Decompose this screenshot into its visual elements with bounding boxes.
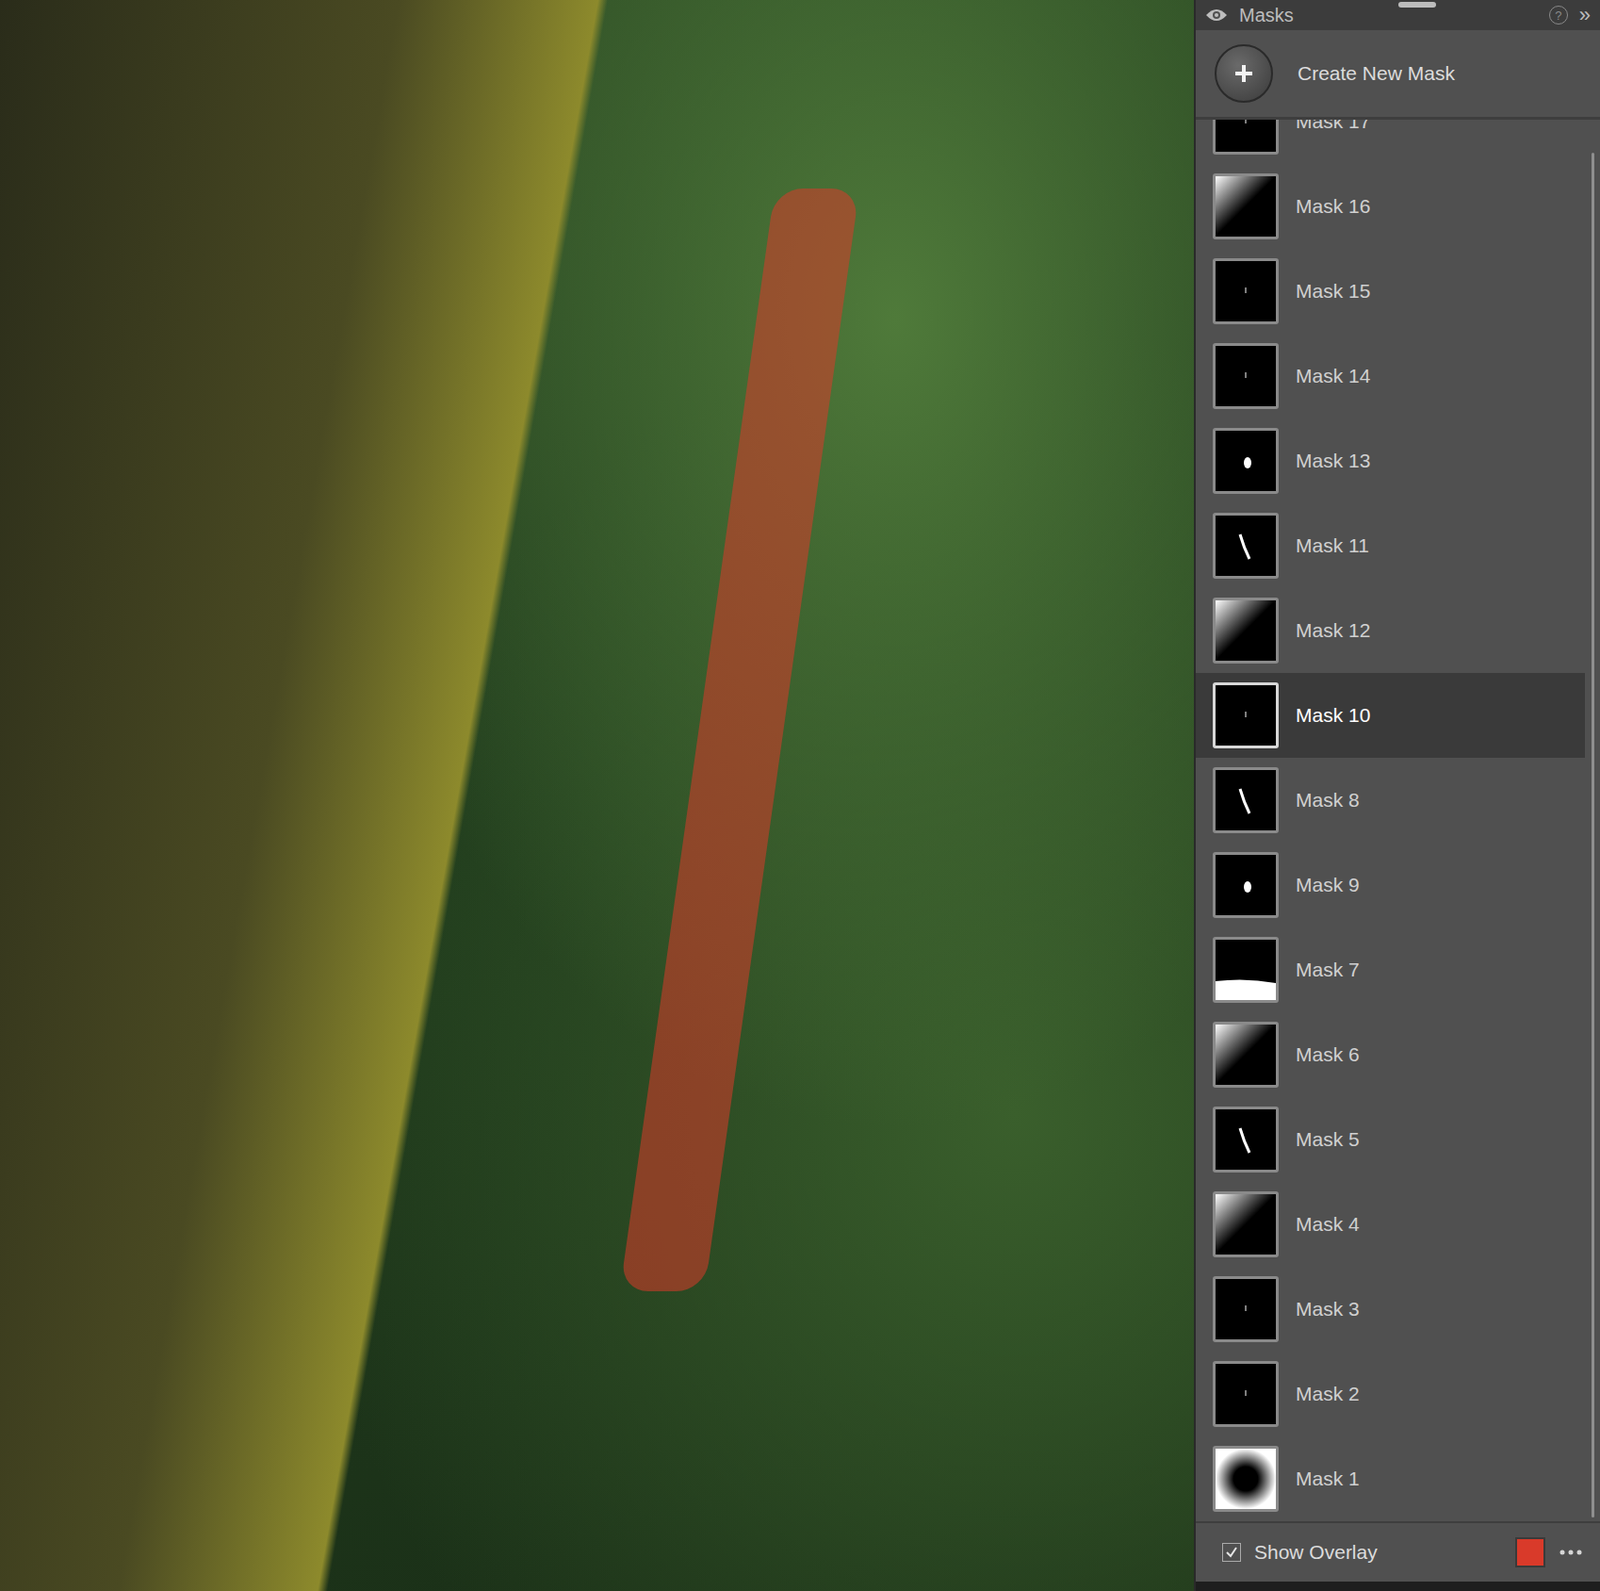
drag-handle[interactable] <box>1398 1 1437 8</box>
mask-thumbnail-icon <box>1212 258 1279 325</box>
mask-thumbnail-icon <box>1212 1106 1279 1173</box>
plus-icon <box>1233 63 1255 84</box>
mask-row[interactable]: Mask 15 <box>1195 248 1585 334</box>
mask-label: Mask 4 <box>1295 1212 1360 1236</box>
create-mask-row[interactable]: Create New Mask <box>1195 30 1600 120</box>
mask-thumbnail-icon <box>1212 1191 1279 1258</box>
mask-label: Mask 5 <box>1295 1127 1360 1151</box>
mask-thumbnail-icon <box>1212 767 1279 833</box>
mask-row[interactable]: Mask 1 <box>1195 1436 1585 1521</box>
mask-row[interactable]: Mask 2 <box>1195 1351 1585 1437</box>
bottom-strip <box>1195 1581 1600 1591</box>
mask-thumbnail-icon <box>1212 1360 1279 1427</box>
mask-list: Mask 17 Mask 16 Mask 15 Mask 14 Mask 13 Mask … <box>1195 119 1600 1521</box>
mask-row[interactable]: Mask 13 <box>1195 418 1585 504</box>
mask-thumbnail-icon <box>1212 1021 1279 1088</box>
lightroom-masks-screen: Masks?»Create New MaskMask 17Mask 16Mask… <box>0 0 1600 1591</box>
help-button[interactable]: ? <box>1549 5 1568 25</box>
mask-thumbnail-icon <box>1212 512 1279 579</box>
mask-row[interactable]: Mask 3 <box>1195 1266 1585 1352</box>
mask-label: Mask 13 <box>1295 449 1371 473</box>
panel-header: Masks? » <box>1195 0 1600 31</box>
mask-row[interactable]: Mask 16 <box>1195 163 1585 249</box>
mask-label: Mask 8 <box>1295 788 1360 812</box>
overlay-color-swatch[interactable] <box>1515 1536 1546 1568</box>
mask-thumbnail-icon <box>1212 597 1279 664</box>
check-icon <box>1224 1544 1240 1560</box>
mask-row[interactable]: Mask 4 <box>1195 1181 1585 1267</box>
mask-label: Mask 12 <box>1295 619 1371 642</box>
create-mask-button[interactable] <box>1214 44 1274 103</box>
more-icon[interactable] <box>1558 1548 1584 1556</box>
mask-row[interactable]: Mask 11 <box>1195 503 1585 588</box>
mask-label: Mask 15 <box>1295 279 1371 303</box>
mask-label: Mask 7 <box>1295 958 1360 981</box>
photo-canvas <box>0 0 1194 1591</box>
mask-label: Mask 11 <box>1295 534 1370 557</box>
create-mask-label: Create New Mask <box>1297 62 1455 85</box>
mask-thumbnail-icon <box>1212 682 1279 749</box>
mask-label: Mask 14 <box>1295 364 1371 388</box>
mask-label: Mask 17 <box>1295 119 1371 133</box>
mask-label: Mask 2 <box>1295 1382 1360 1405</box>
mask-label: Mask 10 <box>1295 703 1371 727</box>
mask-row[interactable]: Mask 8 <box>1195 757 1585 843</box>
mask-label: Mask 16 <box>1295 195 1371 218</box>
mask-row[interactable]: Mask 7 <box>1195 927 1585 1013</box>
moss-trunk <box>0 0 717 1591</box>
collapse-button[interactable]: » <box>1579 2 1591 28</box>
overlay-footer: Show Overlay <box>1195 1520 1600 1582</box>
mask-thumbnail-icon <box>1212 119 1279 155</box>
mask-thumbnail-icon <box>1212 1445 1279 1512</box>
mask-label: Mask 9 <box>1295 873 1360 897</box>
mask-thumbnail-icon <box>1212 342 1279 409</box>
eye-icon[interactable] <box>1205 7 1228 23</box>
mask-thumbnail-icon <box>1212 851 1279 918</box>
mask-row[interactable]: Mask 5 <box>1195 1096 1585 1182</box>
mask-thumbnail-icon <box>1212 936 1279 1003</box>
mask-row[interactable]: Mask 6 <box>1195 1012 1585 1097</box>
mask-row[interactable]: Mask 14 <box>1195 333 1585 419</box>
scrollbar[interactable] <box>1591 152 1595 1518</box>
panel-title: Masks <box>1239 4 1538 27</box>
mask-thumbnail-icon <box>1212 1275 1279 1342</box>
show-overlay-label: Show Overlay <box>1254 1540 1503 1564</box>
mask-thumbnail-icon <box>1212 173 1279 240</box>
mask-row[interactable]: Mask 10 <box>1195 672 1585 758</box>
mask-row[interactable]: Mask 17 <box>1195 119 1585 164</box>
mask-row[interactable]: Mask 12 <box>1195 587 1585 673</box>
masks-panel: Masks?»Create New MaskMask 17Mask 16Mask… <box>1193 0 1600 1591</box>
show-overlay-checkbox[interactable] <box>1222 1542 1241 1562</box>
mask-label: Mask 6 <box>1295 1043 1360 1066</box>
mask-row[interactable]: Mask 9 <box>1195 842 1585 928</box>
mask-label: Mask 3 <box>1295 1297 1360 1321</box>
mask-label: Mask 1 <box>1295 1467 1360 1490</box>
mask-thumbnail-icon <box>1212 427 1279 494</box>
